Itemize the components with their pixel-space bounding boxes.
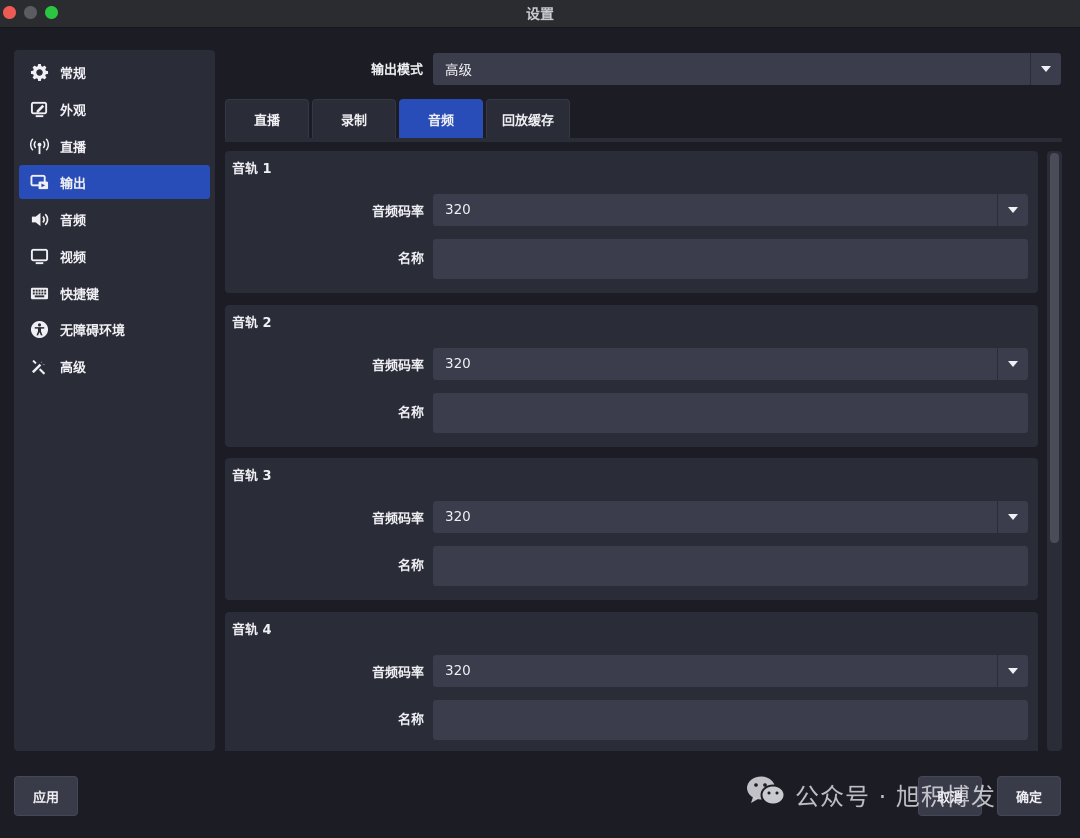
sidebar-item-accessibility[interactable]: 无障碍环境	[19, 312, 210, 346]
speaker-icon	[28, 208, 50, 230]
output-mode-label: 输出模式	[370, 63, 423, 78]
sidebar-item-label: 无障碍环境	[60, 323, 126, 339]
bitrate-select[interactable]: 320	[433, 348, 1028, 380]
bitrate-value: 320	[445, 356, 471, 372]
track-name-input[interactable]	[433, 700, 1028, 740]
audio-tracks-panel: 音轨 1 音频码率 320 名称 音轨 2 音频码率 320 名称 音轨 3 音…	[225, 151, 1038, 751]
track-group: 音轨 1 音频码率 320 名称	[225, 151, 1038, 293]
wechat-icon	[745, 774, 795, 814]
sidebar-item-label: 音频	[60, 213, 87, 229]
output-mode-value: 高级	[445, 63, 472, 79]
sidebar-item-label: 输出	[60, 176, 87, 192]
bitrate-label: 音频码率	[371, 512, 424, 527]
title-bar: 设置	[0, 0, 1080, 28]
chevron-down-icon[interactable]	[997, 348, 1028, 380]
tab-audio[interactable]: 音频	[399, 99, 483, 138]
chevron-down-icon[interactable]	[997, 655, 1028, 687]
bitrate-label: 音频码率	[371, 359, 424, 374]
vertical-scrollbar[interactable]	[1047, 151, 1062, 751]
chevron-down-icon[interactable]	[997, 501, 1028, 533]
name-label: 名称	[397, 406, 424, 421]
name-label: 名称	[397, 252, 424, 267]
accessibility-icon	[28, 318, 50, 340]
bitrate-label: 音频码率	[371, 666, 424, 681]
sidebar-item-audio[interactable]: 音频	[19, 202, 210, 236]
ok-button[interactable]: 确定	[997, 776, 1061, 816]
track-group: 音轨 2 音频码率 320 名称	[225, 305, 1038, 447]
sidebar-item-label: 直播	[60, 140, 87, 156]
sidebar-item-label: 视频	[60, 250, 87, 266]
track-title: 音轨 1	[232, 162, 272, 177]
tab-replay-buffer[interactable]: 回放缓存	[486, 99, 570, 138]
sidebar-item-hotkeys[interactable]: 快捷键	[19, 276, 210, 310]
name-label: 名称	[397, 559, 424, 574]
bitrate-value: 320	[445, 202, 471, 218]
sidebar-item-advanced[interactable]: 高级	[19, 349, 210, 383]
sidebar-item-general[interactable]: 常规	[19, 55, 210, 89]
watermark: 公众号 · 旭积博发	[745, 774, 996, 814]
scrollbar-thumb[interactable]	[1050, 153, 1059, 543]
window-title: 设置	[526, 7, 554, 23]
appearance-icon	[28, 98, 50, 120]
name-label: 名称	[397, 713, 424, 728]
bitrate-label: 音频码率	[371, 205, 424, 220]
sidebar-item-output[interactable]: 输出	[19, 165, 210, 199]
sidebar-item-appearance[interactable]: 外观	[19, 92, 210, 126]
tab-underline	[225, 138, 1062, 142]
bitrate-value: 320	[445, 509, 471, 525]
tools-icon	[28, 355, 50, 377]
bitrate-select[interactable]: 320	[433, 194, 1028, 226]
track-name-input[interactable]	[433, 393, 1028, 433]
keyboard-icon	[28, 282, 50, 304]
track-name-input[interactable]	[433, 546, 1028, 586]
track-title: 音轨 4	[232, 623, 272, 638]
track-group: 音轨 3 音频码率 320 名称	[225, 458, 1038, 600]
bitrate-value: 320	[445, 663, 471, 679]
track-title: 音轨 2	[232, 316, 272, 331]
tab-stream[interactable]: 直播	[225, 99, 309, 138]
sidebar-item-label: 常规	[60, 66, 87, 82]
apply-button[interactable]: 应用	[14, 776, 78, 816]
output-icon	[28, 171, 50, 193]
broadcast-icon	[28, 135, 50, 157]
sidebar-item-stream[interactable]: 直播	[19, 129, 210, 163]
watermark-text: 公众号 · 旭积博发	[795, 782, 996, 811]
output-mode-select[interactable]: 高级	[433, 53, 1061, 85]
bitrate-select[interactable]: 320	[433, 501, 1028, 533]
chevron-down-icon[interactable]	[1030, 53, 1061, 85]
chevron-down-icon[interactable]	[997, 194, 1028, 226]
track-name-input[interactable]	[433, 239, 1028, 279]
gear-icon	[28, 61, 50, 83]
tab-recording[interactable]: 录制	[312, 99, 396, 138]
sidebar-item-video[interactable]: 视频	[19, 239, 210, 273]
monitor-icon	[28, 245, 50, 267]
track-title: 音轨 3	[232, 469, 272, 484]
settings-sidebar: 常规 外观 直播 输出 音频 视频 快捷键 无障碍环境 高级	[14, 50, 215, 751]
bitrate-select[interactable]: 320	[433, 655, 1028, 687]
sidebar-item-label: 高级	[60, 360, 87, 376]
track-group: 音轨 4 音频码率 320 名称	[225, 612, 1038, 751]
sidebar-item-label: 快捷键	[60, 287, 100, 303]
sidebar-item-label: 外观	[60, 103, 87, 119]
